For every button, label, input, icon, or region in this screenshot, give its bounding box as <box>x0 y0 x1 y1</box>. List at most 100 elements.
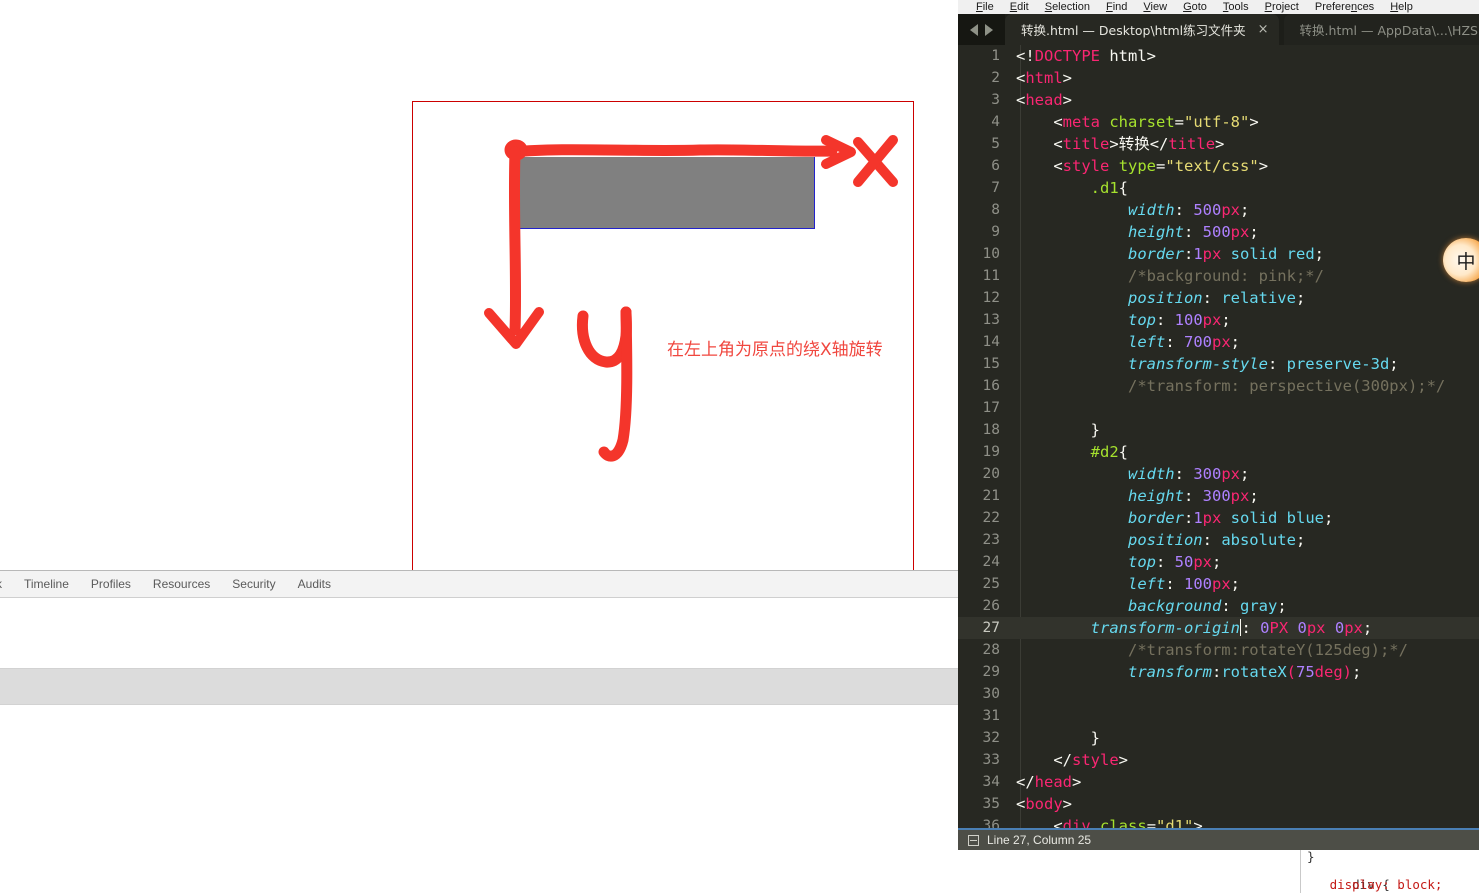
menu-edit[interactable]: Edit <box>1002 0 1037 14</box>
code-line[interactable]: 23 position: absolute; <box>958 529 1479 551</box>
fold-icon[interactable] <box>968 834 979 846</box>
code-token: border <box>1127 245 1184 263</box>
devtools-tab-audits[interactable]: Audits <box>287 571 342 597</box>
menu-project[interactable]: Project <box>1257 0 1307 14</box>
code-token: : <box>1183 245 1194 263</box>
code-line[interactable]: 34 </head> <box>958 771 1479 793</box>
code-line[interactable]: 6 <style type="text/css"> <box>958 155 1479 177</box>
code-line[interactable]: 14 left: 700px; <box>958 331 1479 353</box>
code-editor-area[interactable]: 1 <!DOCTYPE html> 2 <html> 3 <head> 4 <meta ch… <box>958 45 1479 835</box>
code-line[interactable]: 20 width: 300px; <box>958 463 1479 485</box>
devtools-tab-timeline[interactable]: Timeline <box>13 571 80 597</box>
code-line[interactable]: 25 left: 100px; <box>958 573 1479 595</box>
line-number: 10 <box>982 246 1000 262</box>
code-line-text: transform:rotateX(75deg); <box>1010 661 1479 683</box>
code-line[interactable]: 30 <box>958 683 1479 705</box>
code-line-text: <meta charset="utf-8"> <box>1010 111 1479 133</box>
menu-find[interactable]: Find <box>1098 0 1135 14</box>
code-line[interactable]: 13 top: 100px; <box>958 309 1479 331</box>
devtools-tab-profiles[interactable]: Profiles <box>80 571 142 597</box>
line-number: 18 <box>982 422 1000 438</box>
code-line[interactable]: 10 border:1px solid red; <box>958 243 1479 265</box>
code-token: relative <box>1221 289 1296 307</box>
code-token: 100 <box>1183 575 1212 593</box>
code-line[interactable]: 27 transform-origin: 0PX 0px 0px; <box>958 617 1479 639</box>
code-line[interactable]: 24 top: 50px; <box>958 551 1479 573</box>
menu-tools[interactable]: Tools <box>1215 0 1257 14</box>
code-line-text: position: absolute; <box>1010 529 1479 551</box>
devtools-tab-security[interactable]: Security <box>221 571 286 597</box>
code-token: transform-origin <box>1090 619 1240 637</box>
devtools-tab-bar: k Timeline Profiles Resources Security A… <box>0 571 960 598</box>
code-line[interactable]: 21 height: 300px; <box>958 485 1479 507</box>
code-token: { <box>1118 443 1128 461</box>
code-line[interactable]: 35 <body> <box>958 793 1479 815</box>
line-number: 9 <box>991 224 1000 240</box>
code-line-text: <html> <box>1010 67 1479 89</box>
code-token: px <box>1230 223 1250 241</box>
code-line[interactable]: 31 <box>958 705 1479 727</box>
code-line[interactable]: 22 border:1px solid blue; <box>958 507 1479 529</box>
menu-goto[interactable]: Goto <box>1175 0 1215 14</box>
code-line-text: /*background: pink;*/ <box>1010 265 1479 287</box>
code-line[interactable]: 8 width: 500px; <box>958 199 1479 221</box>
line-number: 30 <box>982 686 1000 702</box>
code-line[interactable]: 4 <meta charset="utf-8"> <box>958 111 1479 133</box>
chevron-left-icon[interactable] <box>970 23 978 36</box>
code-token: deg <box>1314 663 1343 681</box>
editor-tab-active[interactable]: 转换.html — Desktop\html练习文件夹 × <box>1005 14 1279 45</box>
code-line[interactable]: 19 #d2{ <box>958 441 1479 463</box>
code-line-text: left: 700px; <box>1010 331 1479 353</box>
code-token: : <box>1183 223 1203 241</box>
code-line[interactable]: 7 .d1{ <box>958 177 1479 199</box>
chevron-right-icon[interactable] <box>985 23 993 36</box>
code-token: background <box>1127 597 1222 615</box>
code-line[interactable]: 32 } <box>958 727 1479 749</box>
code-line-text: height: 500px; <box>1010 221 1479 243</box>
code-line[interactable]: 5 <title>转换</title> <box>958 133 1479 155</box>
code-line[interactable]: 12 position: relative; <box>958 287 1479 309</box>
devtools-tab-network[interactable]: k <box>0 571 13 597</box>
line-number: 28 <box>982 642 1000 658</box>
code-token: width <box>1127 465 1175 483</box>
menu-help[interactable]: Help <box>1382 0 1421 14</box>
code-token: height <box>1127 487 1184 505</box>
tab-nav-arrows[interactable] <box>958 14 1005 45</box>
code-token: px <box>1193 553 1212 571</box>
line-number: 26 <box>982 598 1000 614</box>
code-line[interactable]: 2 <html> <box>958 67 1479 89</box>
menu-project-mnemonic: P <box>1264 1 1272 13</box>
code-line[interactable]: 15 transform-style: preserve-3d; <box>958 353 1479 375</box>
code-token: absolute <box>1221 531 1296 549</box>
code-line-text: left: 100px; <box>1010 573 1479 595</box>
code-line[interactable]: 1 <!DOCTYPE html> <box>958 45 1479 67</box>
code-token: : <box>1202 531 1222 549</box>
code-token: preserve-3d <box>1286 355 1390 373</box>
code-line[interactable]: 18 } <box>958 419 1479 441</box>
menu-preferences[interactable]: Preferences <box>1307 0 1382 14</box>
line-number: 8 <box>991 202 1000 218</box>
menu-file-rest: ile <box>982 1 994 13</box>
editor-tab-second[interactable]: 转换.html — AppData\...\HZSD.430.460 <box>1283 14 1479 45</box>
code-line[interactable]: 11 /*background: pink;*/ <box>958 265 1479 287</box>
code-line[interactable]: 33 </style> <box>958 749 1479 771</box>
menu-selection[interactable]: Selection <box>1037 0 1098 14</box>
menu-view[interactable]: View <box>1135 0 1175 14</box>
code-line-text: border:1px solid red; <box>1010 243 1479 265</box>
code-line[interactable]: 16 /*transform: perspective(300px);*/ <box>958 375 1479 397</box>
code-line[interactable]: 17 <box>958 397 1479 419</box>
code-token: ; <box>1212 553 1222 571</box>
code-line[interactable]: 26 background: gray; <box>958 595 1479 617</box>
devtools-body <box>0 598 960 893</box>
close-icon[interactable]: × <box>1258 22 1269 37</box>
menu-file[interactable]: File <box>968 0 1002 14</box>
code-line[interactable]: 28 /*transform:rotateY(125deg);*/ <box>958 639 1479 661</box>
code-line[interactable]: 3 <head> <box>958 89 1479 111</box>
code-line[interactable]: 9 height: 500px; <box>958 221 1479 243</box>
devtools-tab-resources[interactable]: Resources <box>142 571 221 597</box>
code-line[interactable]: 29 transform:rotateX(75deg); <box>958 661 1479 683</box>
code-line-text: <body> <box>1010 793 1479 815</box>
code-token: DOCTYPE <box>1034 47 1100 65</box>
